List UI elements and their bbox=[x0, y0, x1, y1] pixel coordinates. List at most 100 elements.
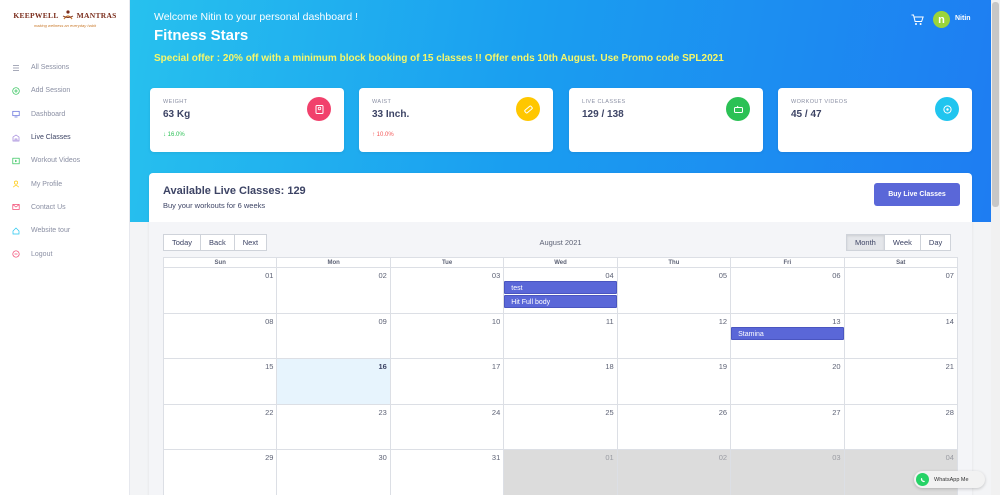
user-name[interactable]: Nitin bbox=[955, 15, 971, 22]
stat-value: 129 / 138 bbox=[582, 109, 624, 120]
day-view-button[interactable]: Day bbox=[919, 234, 952, 251]
calendar-day[interactable]: 12 bbox=[616, 313, 730, 358]
calendar-day[interactable]: 07 bbox=[843, 268, 957, 313]
day-number: 29 bbox=[265, 453, 274, 462]
scrollbar-thumb[interactable] bbox=[992, 2, 999, 207]
panel-title: Available Live Classes: 129 bbox=[163, 185, 306, 197]
day-number: 01 bbox=[605, 453, 614, 462]
sidebar-item-label: All Sessions bbox=[31, 64, 70, 72]
whatsapp-button[interactable]: WhatsApp Me bbox=[914, 471, 985, 488]
calendar-day[interactable]: 17 bbox=[389, 359, 503, 404]
back-button[interactable]: Back bbox=[200, 234, 235, 251]
month-view-button[interactable]: Month bbox=[846, 234, 885, 251]
page-scrollbar[interactable] bbox=[991, 0, 1000, 495]
day-number: 02 bbox=[378, 271, 387, 280]
buy-live-classes-button[interactable]: Buy Live Classes bbox=[874, 183, 960, 206]
calendar-event[interactable]: test bbox=[504, 281, 617, 294]
day-number: 13 bbox=[832, 316, 841, 326]
sidebar-item-all-sessions[interactable]: All Sessions bbox=[0, 56, 130, 79]
welcome-text: Welcome Nitin to your personal dashboard… bbox=[154, 11, 359, 23]
day-number: 15 bbox=[265, 362, 274, 371]
calendar-day[interactable]: 03 bbox=[389, 268, 503, 313]
day-number: 03 bbox=[491, 271, 501, 280]
calendar-day[interactable]: 10 bbox=[389, 313, 503, 358]
target-icon bbox=[935, 97, 959, 121]
day-number: 04 bbox=[605, 271, 614, 280]
brand-logo[interactable]: KEEPWELL MANTRAS making wellness an ever… bbox=[12, 9, 118, 35]
today-button[interactable]: Today bbox=[163, 234, 202, 251]
calendar-day[interactable]: 25 bbox=[503, 404, 616, 449]
calendar-day[interactable]: 11 bbox=[503, 313, 616, 358]
calendar-day[interactable]: 28 bbox=[843, 404, 957, 449]
day-number: 06 bbox=[832, 271, 841, 280]
sidebar-item-add-session[interactable]: Add Session bbox=[0, 79, 130, 102]
calendar-day[interactable]: 30 bbox=[276, 450, 389, 495]
panel-subtitle: Buy your workouts for 6 weeks bbox=[163, 201, 266, 210]
stat-change: ↑ 10.0% bbox=[372, 132, 394, 138]
sidebar-item-contact-us[interactable]: Contact Us bbox=[0, 196, 130, 219]
cart-icon[interactable] bbox=[911, 13, 924, 25]
stat-card-weight: WEIGHT 63 Kg ↓ 16.0% bbox=[150, 88, 344, 152]
camera-icon bbox=[726, 97, 750, 121]
day-number: 16 bbox=[378, 362, 387, 371]
calendar-day-off-range[interactable]: 03 bbox=[730, 450, 844, 495]
calendar-day[interactable]: 19 bbox=[616, 359, 730, 404]
calendar-day[interactable]: 29 bbox=[164, 450, 276, 495]
calendar-day[interactable]: 01 bbox=[164, 268, 276, 313]
calendar-day[interactable]: 22 bbox=[164, 405, 276, 450]
sidebar-item-live-classes[interactable]: Live Classes bbox=[0, 126, 130, 149]
sidebar-item-label: Live Classes bbox=[31, 134, 71, 142]
weekday-label: Mon bbox=[276, 258, 389, 267]
calendar: August 2021 Today Back Next Month Week D… bbox=[149, 222, 972, 495]
calendar-day[interactable]: 24 bbox=[389, 404, 503, 449]
list-icon bbox=[12, 64, 20, 72]
weekday-label: Wed bbox=[503, 258, 616, 267]
sidebar-item-dashboard[interactable]: Dashboard bbox=[0, 103, 130, 126]
stat-change-value: 16.0% bbox=[167, 132, 185, 138]
calendar-day-off-range[interactable]: 02 bbox=[616, 450, 731, 495]
calendar-day[interactable]: 21 bbox=[843, 359, 957, 404]
sidebar-item-my-profile[interactable]: My Profile bbox=[0, 172, 130, 195]
arrow-up-icon: ↑ bbox=[372, 132, 375, 138]
calendar-day[interactable]: 13 Stamina bbox=[730, 313, 844, 358]
calendar-day-off-range[interactable]: 01 bbox=[503, 450, 617, 495]
sidebar-item-workout-videos[interactable]: Workout Videos bbox=[0, 149, 130, 172]
calendar-day[interactable]: 18 bbox=[503, 359, 616, 404]
calendar-day[interactable]: 05 bbox=[616, 268, 730, 313]
sidebar-item-logout[interactable]: Logout bbox=[0, 242, 130, 265]
sidebar-item-website-tour[interactable]: Website tour bbox=[0, 219, 130, 242]
day-number: 22 bbox=[265, 407, 274, 417]
tour-icon bbox=[12, 227, 20, 235]
week-view-button[interactable]: Week bbox=[883, 234, 921, 251]
calendar-day[interactable]: 08 bbox=[164, 314, 276, 359]
weekday-label: Sat bbox=[843, 258, 957, 267]
logout-icon bbox=[12, 250, 20, 258]
day-number: 27 bbox=[832, 407, 841, 417]
calendar-day[interactable]: 27 bbox=[730, 404, 843, 449]
calendar-day[interactable]: 23 bbox=[276, 404, 389, 449]
calendar-event[interactable]: Stamina bbox=[731, 326, 844, 340]
video-icon bbox=[12, 157, 20, 165]
calendar-day[interactable]: 20 bbox=[730, 359, 843, 404]
calendar-day[interactable]: 14 bbox=[843, 313, 957, 358]
calendar-week: 15 16 17 18 19 20 21 bbox=[164, 359, 957, 405]
day-number: 31 bbox=[491, 453, 501, 462]
calendar-day[interactable]: 26 bbox=[616, 404, 730, 449]
next-button[interactable]: Next bbox=[233, 234, 268, 251]
day-number: 17 bbox=[491, 362, 501, 371]
stat-value: 33 Inch. bbox=[372, 109, 410, 120]
calendar-day[interactable]: 31 bbox=[389, 450, 503, 495]
calendar-event[interactable]: Hit Full body bbox=[504, 295, 617, 308]
whatsapp-label: WhatsApp Me bbox=[934, 476, 969, 483]
brand-name-right: MANTRAS bbox=[76, 10, 117, 20]
day-number: 03 bbox=[832, 453, 841, 462]
sidebar-item-label: Website tour bbox=[31, 227, 71, 235]
calendar-day[interactable]: 02 bbox=[276, 268, 389, 313]
calendar-day[interactable]: 15 bbox=[164, 359, 276, 404]
calendar-day[interactable]: 06 bbox=[730, 268, 843, 313]
avatar[interactable]: n bbox=[933, 11, 950, 28]
calendar-day[interactable]: 04 test Hit Full body bbox=[503, 268, 617, 313]
calendar-day[interactable]: 09 bbox=[276, 313, 389, 358]
calendar-day-today[interactable]: 16 bbox=[276, 359, 390, 404]
plus-circle-icon bbox=[12, 87, 20, 95]
